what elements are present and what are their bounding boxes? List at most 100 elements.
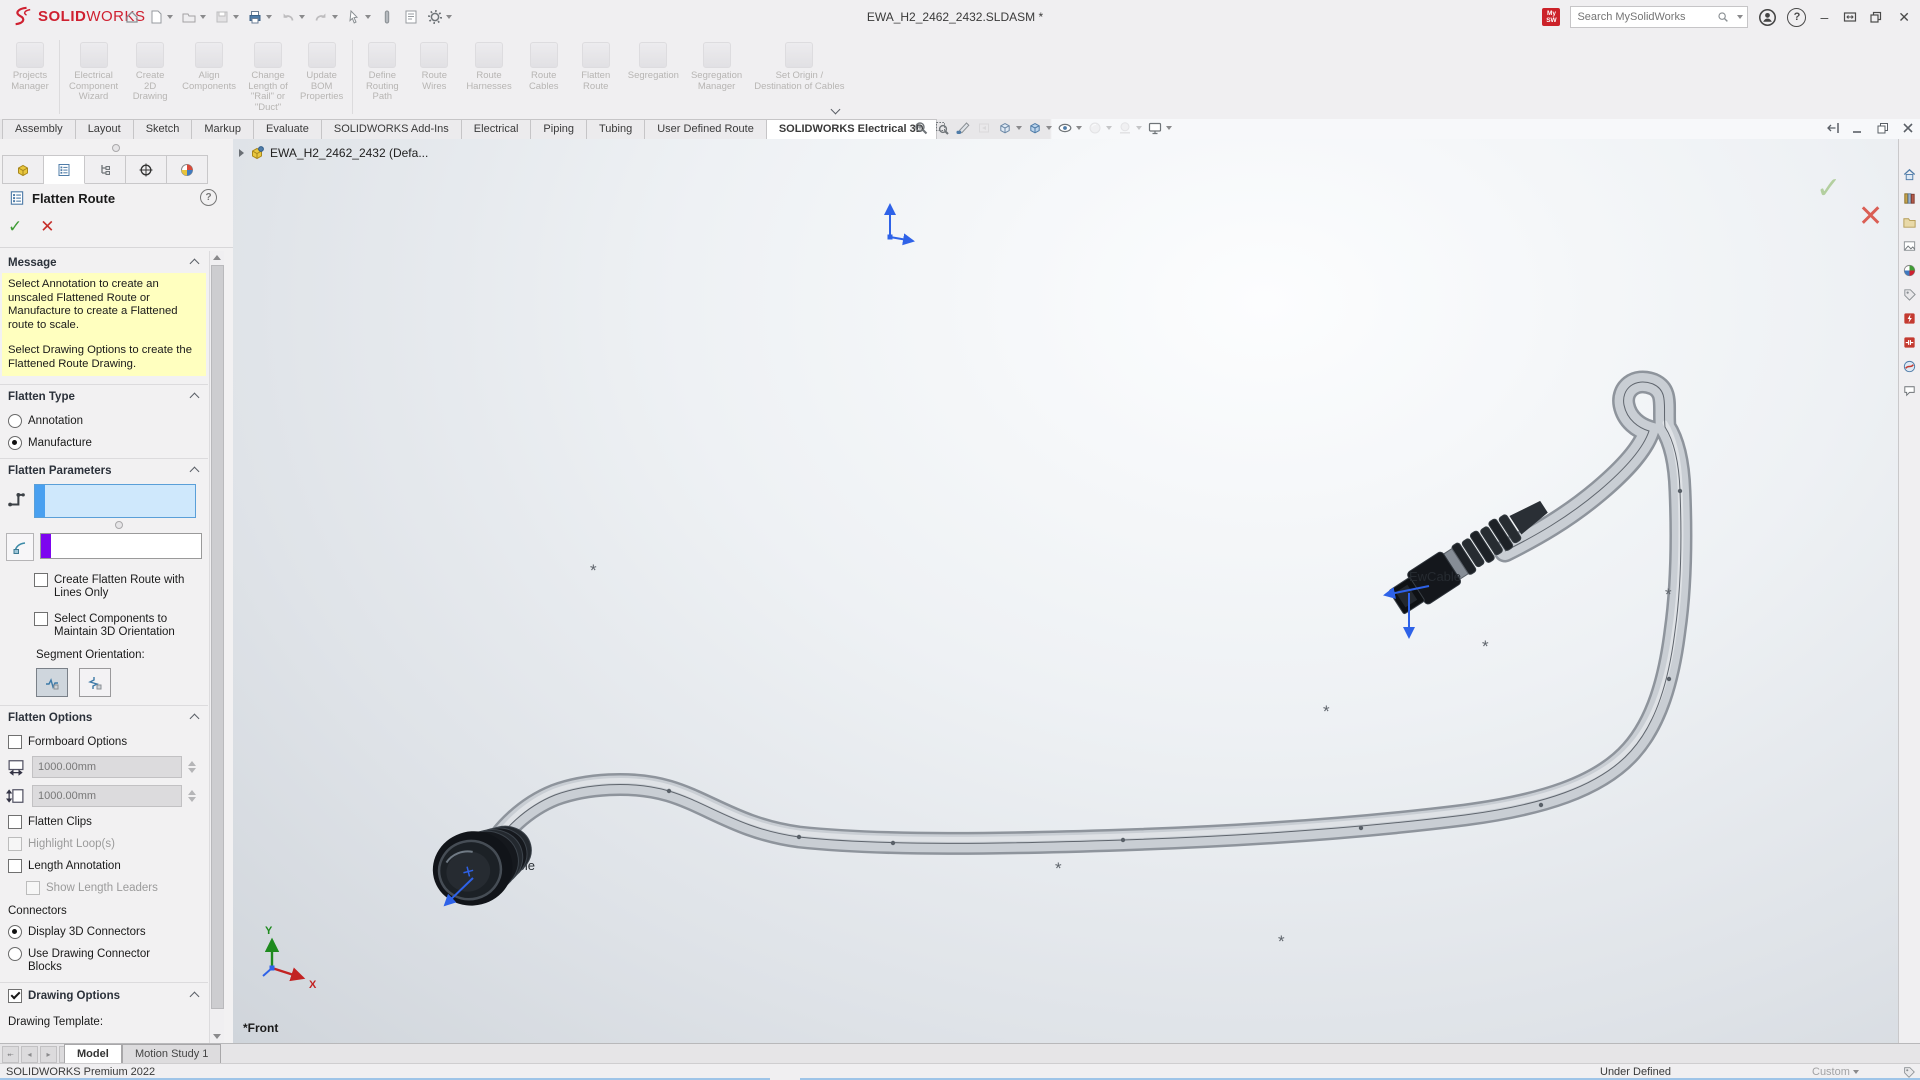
view-orientation-caret-icon[interactable] — [1016, 126, 1022, 130]
collapse-chevron-icon[interactable] — [190, 466, 200, 476]
doc-minimize-button[interactable] — [1850, 120, 1866, 136]
section-view-button[interactable] — [954, 120, 972, 136]
tab-piping[interactable]: Piping — [531, 119, 587, 140]
checkbox-mark-create-flatten-route-with-lines-only[interactable] — [34, 573, 48, 587]
radio-use-drawing-connector-blocks[interactable]: Use Drawing Connector Blocks — [8, 947, 208, 974]
sketch-point-asterisk[interactable]: * — [1323, 702, 1330, 721]
segment-vertical-button[interactable] — [79, 668, 111, 697]
tab-electrical[interactable]: Electrical — [462, 119, 532, 140]
breadcrumb[interactable]: EWA_H2_2462_2432 (Defa... — [239, 145, 428, 161]
ok-button[interactable]: ✓ — [8, 217, 22, 237]
view-settings-caret-icon[interactable] — [1166, 126, 1172, 130]
hide-show-items-button[interactable] — [1056, 120, 1083, 136]
scroll-up-arrow-icon[interactable] — [213, 255, 221, 260]
forum-button[interactable] — [1902, 383, 1917, 398]
routing-library-button[interactable] — [1902, 359, 1917, 374]
3d-scene[interactable]: EwCable — [233, 139, 1898, 1043]
open-file-caret-icon[interactable] — [200, 15, 206, 19]
cable-tube[interactable] — [491, 382, 1682, 851]
checkbox-mark-length-annotation[interactable] — [8, 859, 22, 873]
flatten-parameters-section-header[interactable]: Flatten Parameters — [0, 459, 208, 480]
confirmation-corner-ok-icon[interactable]: ✓ — [1816, 171, 1841, 206]
panel-scrollbar[interactable] — [209, 251, 224, 1043]
pane-toggle-button[interactable] — [1825, 120, 1841, 136]
collapse-chevron-icon[interactable] — [190, 991, 200, 1001]
collapse-chevron-icon[interactable] — [190, 713, 200, 723]
new-file-caret-icon[interactable] — [167, 15, 173, 19]
checkbox-select-components-to-maintain-3d-orientation[interactable]: Select Components to Maintain 3D Orienta… — [34, 612, 208, 639]
radio-manufacture[interactable]: Manufacture — [8, 436, 208, 450]
close-button[interactable]: ✕ — [1894, 9, 1914, 26]
checkbox-create-flatten-route-with-lines-only[interactable]: Create Flatten Route with Lines Only — [34, 573, 208, 600]
tab-user-defined-route[interactable]: User Defined Route — [645, 119, 767, 140]
tab-assembly[interactable]: Assembly — [2, 119, 76, 140]
drawing-options-checkbox[interactable] — [8, 989, 22, 1003]
display-style-caret-icon[interactable] — [1046, 126, 1052, 130]
undo-caret-icon[interactable] — [299, 15, 305, 19]
dimxpertmanager-tab[interactable] — [126, 155, 167, 184]
nav-first-icon[interactable]: ⯬ — [2, 1046, 19, 1063]
checkbox-formboard-options[interactable]: Formboard Options — [8, 735, 208, 749]
edit-appearance-caret-icon[interactable] — [1106, 126, 1112, 130]
nav-next-icon[interactable]: ▸ — [40, 1046, 57, 1063]
checkbox-mark-formboard-options[interactable] — [8, 735, 22, 749]
search-box[interactable] — [1570, 6, 1748, 28]
new-file-button[interactable] — [146, 8, 175, 26]
select-cursor-button[interactable] — [344, 8, 373, 26]
design-library-button[interactable] — [1902, 191, 1917, 206]
flatten-item-selection-box[interactable] — [34, 484, 196, 518]
sketch-point-asterisk[interactable]: * — [1278, 932, 1285, 951]
confirmation-corner-cancel-icon[interactable]: ✕ — [1858, 203, 1883, 231]
configurationmanager-tab[interactable] — [85, 155, 126, 184]
window-arrange-icon[interactable] — [1842, 9, 1858, 25]
open-file-button[interactable] — [179, 8, 208, 26]
radio-mark-use-drawing-connector-blocks[interactable] — [8, 947, 22, 961]
print-caret-icon[interactable] — [266, 15, 272, 19]
save-button[interactable] — [212, 8, 241, 26]
home-button[interactable] — [122, 8, 142, 26]
electrical-manager-button[interactable] — [1902, 311, 1917, 326]
tab-evaluate[interactable]: Evaluate — [254, 119, 322, 140]
search-caret-icon[interactable] — [1737, 15, 1743, 19]
bend-radius-selection-box[interactable] — [40, 533, 202, 559]
sketch-point-asterisk[interactable]: * — [1055, 859, 1062, 878]
scrollbar-thumb[interactable] — [211, 265, 224, 1009]
undo-button[interactable] — [278, 8, 307, 26]
displaymanager-tab[interactable] — [167, 155, 208, 184]
unit-system[interactable]: Custom — [1812, 1066, 1859, 1078]
hide-show-items-caret-icon[interactable] — [1076, 126, 1082, 130]
restore-button[interactable] — [1868, 9, 1884, 25]
appearances-scenes-button[interactable] — [1902, 263, 1917, 278]
flatten-options-section-header[interactable]: Flatten Options — [0, 706, 208, 727]
collapse-chevron-icon[interactable] — [190, 392, 200, 402]
print-button[interactable] — [245, 8, 274, 26]
cable-connector-b[interactable] — [1386, 491, 1554, 619]
redo-caret-icon[interactable] — [332, 15, 338, 19]
radio-mark-manufacture[interactable] — [8, 436, 22, 450]
tab-model[interactable]: Model — [64, 1044, 122, 1065]
minimize-button[interactable]: – — [1816, 9, 1832, 25]
user-account-icon[interactable] — [1758, 8, 1777, 27]
graphics-viewport[interactable]: EWA_H2_2462_2432 (Defa... — [233, 139, 1898, 1043]
help-icon[interactable]: ? — [1787, 8, 1806, 27]
custom-properties-button[interactable] — [1902, 287, 1917, 302]
cable-connector-a[interactable] — [425, 817, 542, 913]
tab-layout[interactable]: Layout — [76, 119, 134, 140]
cancel-button[interactable]: ✕ — [40, 217, 54, 237]
zoom-area-button[interactable] — [933, 120, 951, 136]
magnet-button[interactable] — [377, 8, 397, 26]
scroll-down-arrow-icon[interactable] — [213, 1034, 221, 1039]
checkbox-length-annotation[interactable]: Length Annotation — [8, 859, 208, 873]
apply-scene-caret-icon[interactable] — [1136, 126, 1142, 130]
select-cursor-caret-icon[interactable] — [365, 15, 371, 19]
radio-display-3d-connectors[interactable]: Display 3D Connectors — [8, 925, 208, 939]
resources-home-button[interactable] — [1902, 167, 1917, 182]
tab-sketch[interactable]: Sketch — [134, 119, 193, 140]
tag-options-icon[interactable] — [1902, 1065, 1916, 1079]
display-style-button[interactable] — [1026, 120, 1053, 136]
flatten-type-section-header[interactable]: Flatten Type — [0, 385, 208, 406]
panel-splitter-grip[interactable] — [112, 144, 120, 152]
radio-annotation[interactable]: Annotation — [8, 414, 208, 428]
radio-mark-annotation[interactable] — [8, 414, 22, 428]
electrical-symbols-button[interactable] — [1902, 335, 1917, 350]
